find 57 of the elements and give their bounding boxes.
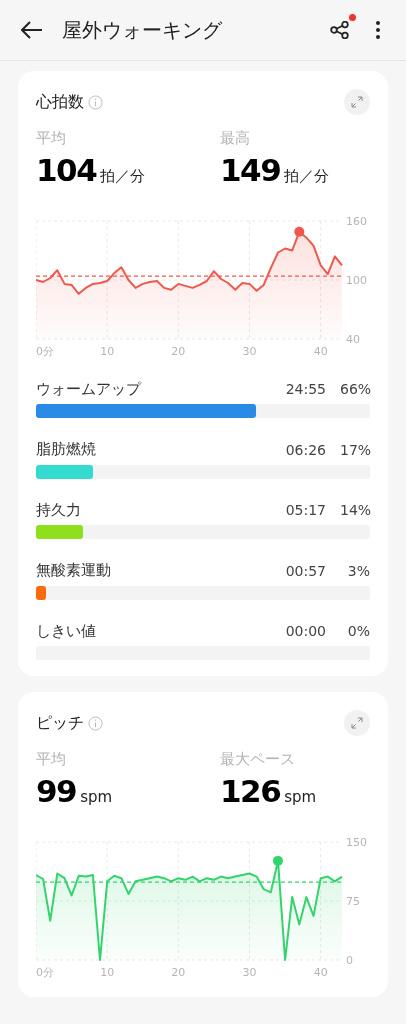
- axis-label: 30: [242, 344, 257, 358]
- stat-value: 149: [220, 151, 281, 188]
- axis-label: 75: [346, 894, 360, 908]
- zone-label: しきい値: [36, 620, 96, 642]
- axis-label: 40: [346, 332, 360, 346]
- info-icon[interactable]: [88, 715, 103, 731]
- axis-label: 160: [346, 214, 367, 228]
- stat-label: 最大ペース: [220, 749, 296, 770]
- stat-value: 99: [36, 772, 77, 809]
- peak-marker: [294, 226, 305, 237]
- zone-percent: 3%: [346, 561, 370, 581]
- zone-label: 無酸素運動: [36, 560, 111, 581]
- expand-button[interactable]: [344, 89, 370, 115]
- card-title: 心拍数: [36, 91, 84, 113]
- stat-unit: 拍／分: [100, 165, 146, 187]
- axis-label: 40: [313, 344, 328, 358]
- share-icon: [330, 21, 350, 39]
- axis-label: 100: [346, 273, 367, 287]
- zone-label: 持久力: [36, 499, 81, 521]
- axis-label: 0: [346, 953, 353, 967]
- zone-percent: 66%: [340, 380, 370, 399]
- axis-label: 20: [171, 344, 186, 358]
- axis-label: 30: [242, 965, 257, 979]
- back-arrow-icon: [21, 21, 43, 39]
- card-title: ピッチ: [36, 712, 84, 734]
- zone-label: 脂肪燃焼: [36, 439, 96, 460]
- axis-label: 0分: [36, 344, 54, 358]
- expand-icon: [351, 717, 363, 729]
- stat-label: 最高: [220, 128, 251, 149]
- more-icon: [376, 21, 380, 39]
- expand-button[interactable]: [344, 710, 370, 736]
- zone-label: ウォームアップ: [36, 378, 141, 400]
- axis-label: 10: [100, 965, 115, 979]
- stat-label: 平均: [36, 128, 67, 149]
- stat-value: 126: [220, 772, 281, 809]
- axis-label: 40: [313, 965, 328, 979]
- zone-time: 00:57: [285, 561, 326, 581]
- zone-percent: 17%: [340, 440, 370, 460]
- zone-time: 05:17: [285, 501, 326, 520]
- axis-label: 150: [346, 835, 367, 849]
- zone-time: 06:26: [285, 440, 326, 460]
- zone-percent: 0%: [346, 622, 370, 641]
- stat-unit: spm: [80, 786, 113, 808]
- peak-marker: [272, 855, 283, 866]
- stat-label: 平均: [36, 749, 67, 770]
- axis-label: 0分: [36, 965, 54, 979]
- zone-percent: 14%: [340, 501, 370, 520]
- zone-time: 00:00: [285, 622, 326, 641]
- stat-unit: spm: [284, 786, 317, 808]
- stat-unit: 拍／分: [284, 165, 330, 187]
- info-icon[interactable]: [88, 94, 103, 110]
- zone-time: 24:55: [285, 380, 326, 399]
- page-title: 屋外ウォーキング: [62, 17, 223, 44]
- axis-label: 20: [171, 965, 186, 979]
- expand-icon: [351, 96, 363, 108]
- axis-label: 10: [100, 344, 115, 358]
- stat-value: 104: [36, 151, 97, 188]
